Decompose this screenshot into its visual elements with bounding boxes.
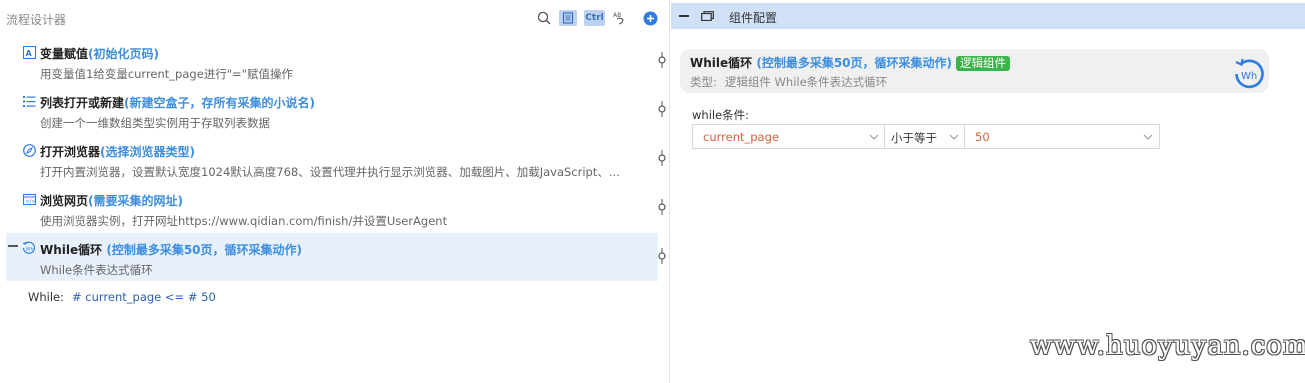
step-description: While条件表达式循环 — [40, 263, 153, 277]
config-title: 组件配置 — [729, 11, 778, 25]
category-badge: 逻辑组件 — [956, 56, 1011, 71]
connector-pin-icon[interactable] — [656, 150, 668, 166]
while-condition-label: while条件: — [692, 108, 750, 122]
while-expression: # current_page <= # 50 — [72, 290, 216, 304]
connector-pin-icon[interactable] — [656, 101, 668, 117]
component-type: 类型: 逻辑组件 While条件表达式循环 — [690, 75, 888, 89]
while-loop-icon: Wh — [1235, 58, 1264, 89]
chevron-down-icon — [869, 134, 879, 140]
minimize-icon[interactable] — [679, 15, 689, 17]
connector-pin-icon[interactable] — [656, 52, 668, 68]
svg-text:Wh: Wh — [26, 247, 33, 253]
svg-text:A: A — [25, 49, 32, 58]
operator-select[interactable]: 小于等于 — [884, 124, 965, 149]
step-description: 用变量值1给变量current_page进行"="赋值操作 — [40, 67, 293, 81]
connector-pin-icon[interactable] — [656, 199, 668, 215]
variable-icon: A — [22, 45, 36, 59]
browser-icon — [22, 143, 36, 157]
flow-step-variable-assign[interactable]: A 变量赋值(初始化页码) 用变量值1给变量current_page进行"="赋… — [6, 37, 658, 85]
step-title: 变量赋值(初始化页码) — [40, 47, 159, 61]
flow-designer-panel: 流程设计器 Ctrl AB A 变量赋值(初始化页码) 用变量值1给变量curr… — [0, 0, 670, 383]
right-operand-select[interactable]: 50 — [964, 124, 1160, 149]
document-icon[interactable] — [559, 10, 577, 26]
step-description: 创建一个一维数组类型实例用于存取列表数据 — [40, 116, 270, 130]
collapse-icon[interactable] — [8, 245, 18, 247]
ctrl-button[interactable]: Ctrl — [584, 10, 605, 26]
designer-header: 流程设计器 Ctrl AB — [0, 0, 670, 34]
web-icon: </> — [22, 192, 36, 206]
config-header: 组件配置 — [671, 3, 1305, 29]
loop-icon: Wh — [22, 241, 36, 255]
while-label: While: — [28, 290, 64, 304]
ab-icon[interactable]: AB — [612, 10, 628, 26]
step-title: While循环 (控制最多采集50页，循环采集动作) — [40, 243, 303, 257]
connector-pin-icon[interactable] — [656, 248, 668, 264]
component-info-card: While循环 (控制最多采集50页，循环采集动作) 逻辑组件 类型: 逻辑组件 W… — [680, 49, 1269, 93]
watermark: www.huoyuyan.com — [1030, 331, 1305, 361]
chevron-down-icon — [949, 134, 959, 140]
flow-step-while-loop[interactable]: Wh While循环 (控制最多采集50页，循环采集动作) While条件表达式… — [6, 233, 658, 281]
left-operand-select[interactable]: current_page — [692, 124, 885, 149]
window-icon[interactable] — [701, 11, 714, 21]
step-description: 使用浏览器实例，打开网址https://www.qidian.com/finis… — [40, 214, 448, 228]
search-icon[interactable] — [536, 10, 552, 26]
flow-step-list-open[interactable]: 列表打开或新建(新建空盒子，存所有采集的小说名) 创建一个一维数组类型实例用于存… — [6, 86, 658, 134]
add-icon[interactable] — [642, 10, 658, 26]
flow-step-browse-page[interactable]: </> 浏览网页(需要采集的网址) 使用浏览器实例，打开网址https://ww… — [6, 184, 658, 232]
step-description: 打开内置浏览器，设置默认宽度1024默认高度768、设置代理并执行显示浏览器、加… — [40, 165, 620, 179]
component-config-panel: 组件配置 While循环 (控制最多采集50页，循环采集动作) 逻辑组件 类型: 逻… — [671, 0, 1305, 383]
app-root: 流程设计器 Ctrl AB A 变量赋值(初始化页码) 用变量值1给变量curr… — [0, 0, 1305, 383]
svg-text:Wh: Wh — [1241, 71, 1257, 82]
svg-text:</>: </> — [25, 199, 35, 205]
list-icon — [22, 94, 36, 108]
chevron-down-icon — [1143, 134, 1153, 140]
step-title: 列表打开或新建(新建空盒子，存所有采集的小说名) — [40, 96, 315, 110]
component-title: While循环 (控制最多采集50页，循环采集动作) 逻辑组件 — [690, 54, 1011, 71]
step-title: 浏览网页(需要采集的网址) — [40, 194, 183, 208]
designer-title: 流程设计器 — [6, 13, 67, 27]
flow-step-open-browser[interactable]: 打开浏览器(选择浏览器类型) 打开内置浏览器，设置默认宽度1024默认高度768… — [6, 135, 658, 183]
step-title: 打开浏览器(选择浏览器类型) — [40, 145, 195, 159]
while-condition-summary: While: # current_page <= # 50 — [28, 290, 216, 304]
